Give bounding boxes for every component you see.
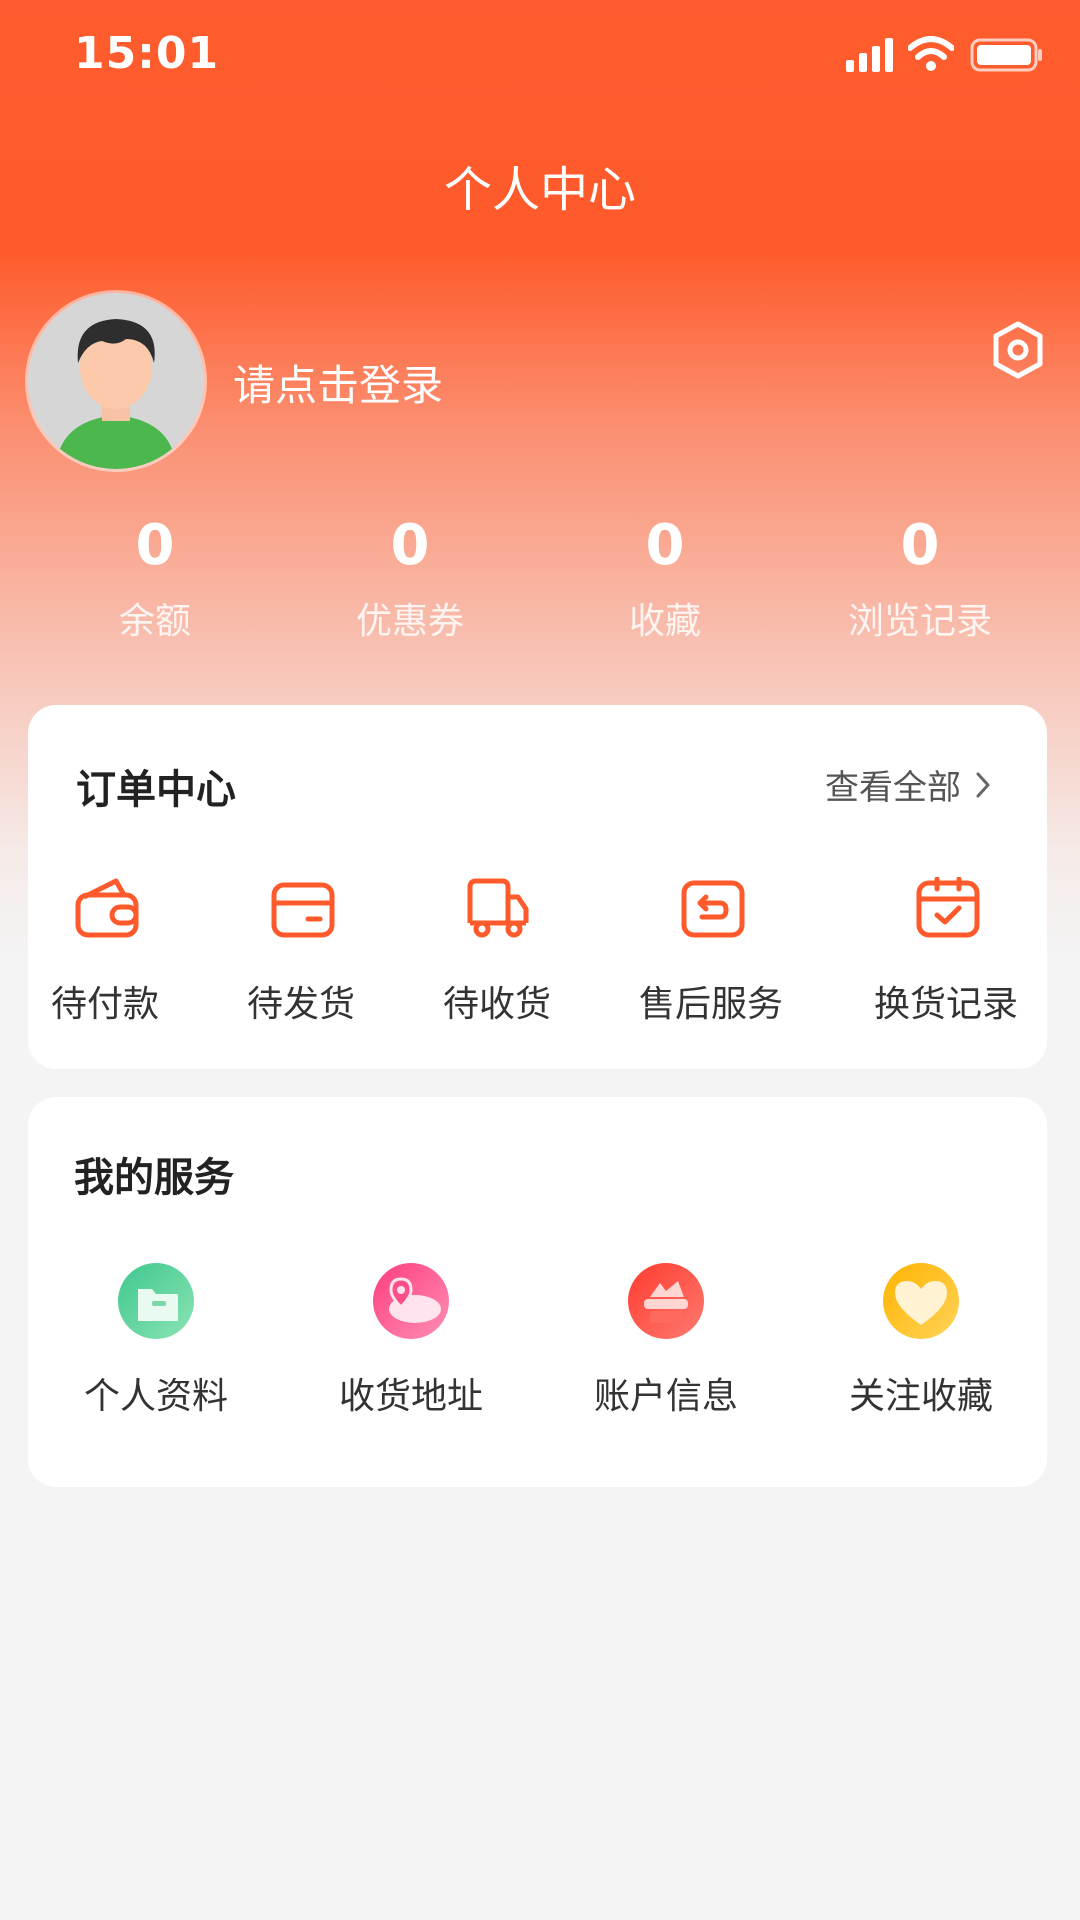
avatar-image (28, 293, 204, 469)
order-item-label: 待发货 (247, 984, 356, 1025)
login-prompt[interactable]: 请点击登录 (233, 352, 443, 413)
service-label: 个人资料 (83, 1376, 228, 1417)
my-services-title: 我的服务 (74, 1155, 234, 1201)
order-item-label: 换货记录 (874, 984, 1019, 1025)
stat-value: 0 (390, 513, 430, 578)
service-label: 关注收藏 (848, 1376, 993, 1417)
stat-value: 0 (900, 513, 940, 578)
service-account[interactable]: 账户信息 (556, 1263, 776, 1419)
view-all-label: 查看全部 (825, 768, 961, 808)
stat-value: 0 (135, 513, 175, 578)
stat-value: 0 (645, 513, 685, 578)
order-center-title: 订单中心 (76, 767, 236, 813)
map-pin-icon (373, 1263, 449, 1339)
stat-label: 余额 (118, 601, 191, 642)
chevron-right-icon (976, 772, 990, 797)
stat-label: 浏览记录 (847, 601, 992, 642)
calendar-check-icon (916, 877, 980, 938)
service-label: 账户信息 (593, 1376, 738, 1417)
card-icon (271, 882, 335, 938)
page-title: 个人中心 (443, 162, 636, 218)
my-services-card: 我的服务 个人资料 收货地址 账户信息 关注收藏 (28, 1097, 1047, 1487)
account-icon (628, 1263, 704, 1339)
status-time: 15:01 (74, 28, 220, 79)
service-label: 收货地址 (338, 1376, 483, 1417)
folder-icon (118, 1263, 194, 1339)
view-all-orders-link[interactable]: 查看全部 (825, 760, 991, 809)
stat-label: 收藏 (628, 601, 701, 642)
settings-icon[interactable] (990, 320, 1046, 380)
stat-favorites[interactable]: 0 收藏 (535, 510, 795, 644)
wallet-icon (75, 878, 139, 938)
stat-balance[interactable]: 0 余额 (25, 510, 285, 644)
order-item-label: 待收货 (443, 984, 552, 1025)
wifi-icon (908, 36, 954, 71)
order-item-label: 售后服务 (639, 984, 784, 1025)
heart-icon (883, 1263, 959, 1339)
truck-icon (467, 878, 529, 938)
service-profile[interactable]: 个人资料 (46, 1263, 266, 1419)
service-favorites[interactable]: 关注收藏 (811, 1263, 1031, 1419)
order-center-card: 订单中心 查看全部 待付款 待发货 待收货 售后服务 换货记录 (28, 705, 1047, 1069)
stat-label: 优惠券 (355, 601, 464, 642)
return-icon (681, 880, 745, 938)
avatar[interactable] (28, 293, 204, 469)
stat-coupons[interactable]: 0 优惠券 (280, 510, 540, 644)
cellular-signal-icon (846, 38, 893, 72)
status-bar: 15:01 (0, 0, 1080, 110)
order-item-label: 待付款 (51, 984, 160, 1025)
stat-history[interactable]: 0 浏览记录 (790, 510, 1050, 644)
battery-icon (970, 38, 1042, 72)
service-address[interactable]: 收货地址 (301, 1263, 521, 1419)
